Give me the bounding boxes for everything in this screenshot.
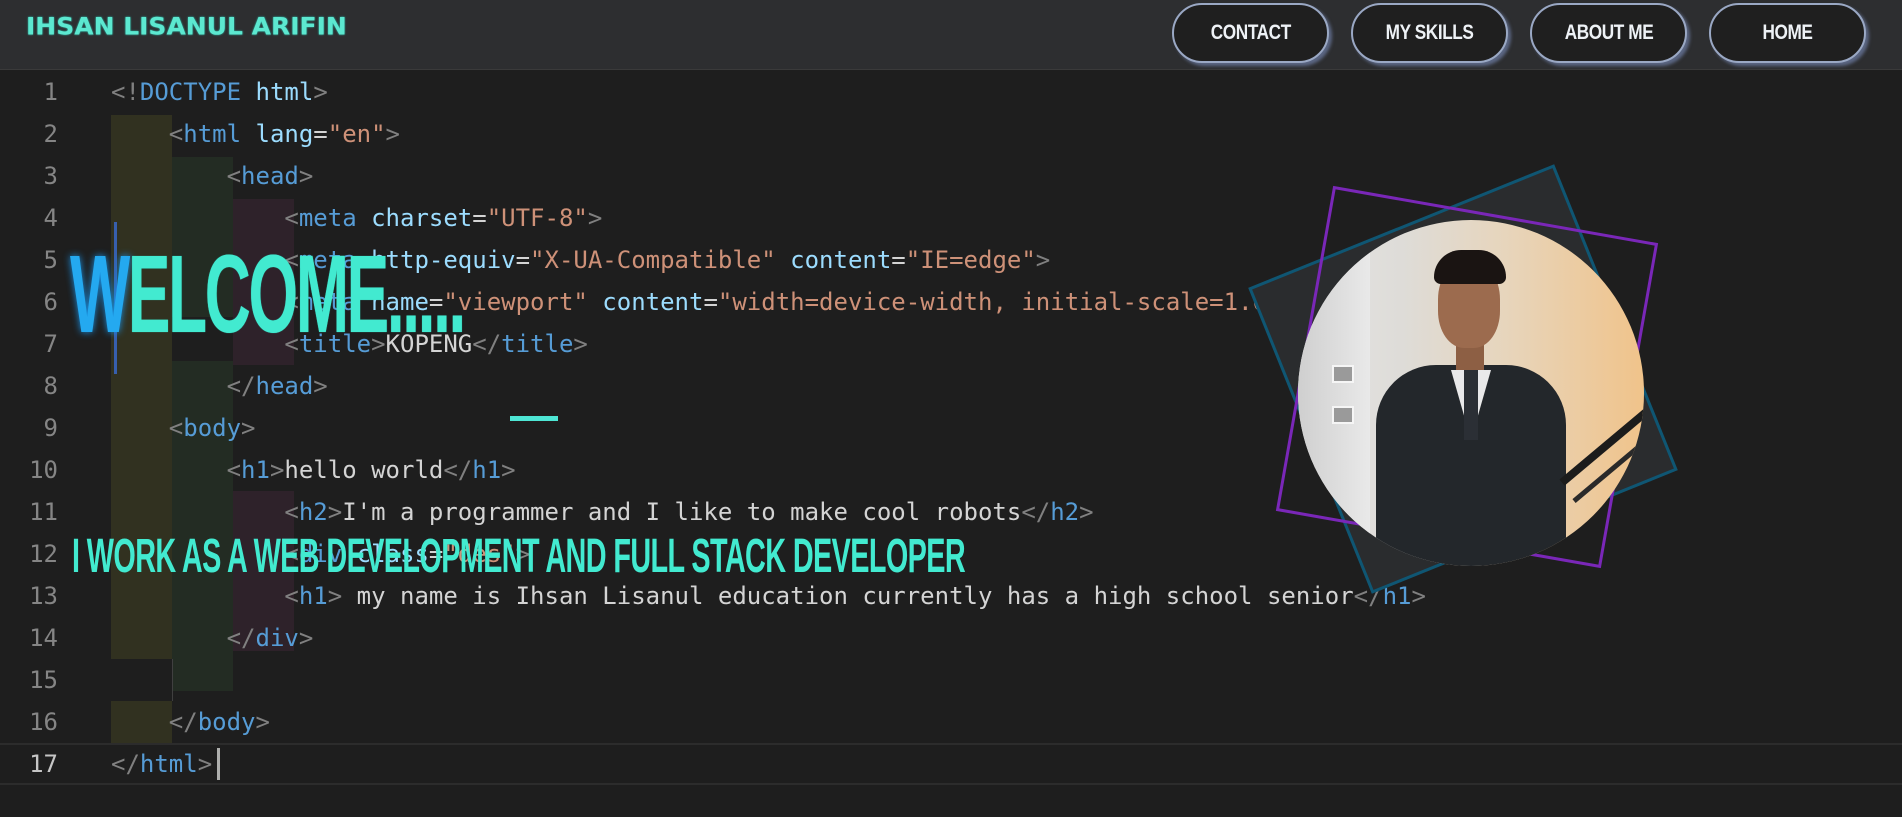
- text-caret: [217, 748, 220, 780]
- code-text: <head>: [226, 162, 314, 190]
- welcome-rest: ELCOME.....: [127, 233, 466, 356]
- code-text: </div>: [226, 624, 314, 652]
- navbar: IHSAN LISANUL ARIFIN HOME ABOUT ME MY SK…: [0, 0, 1902, 70]
- code-text: <!DOCTYPE html>: [111, 78, 328, 106]
- line-number: 7: [43, 330, 58, 358]
- profile-photo-container: [1248, 164, 1678, 594]
- line-number: 4: [43, 204, 58, 232]
- line-number: 9: [43, 414, 58, 442]
- code-text: </head>: [226, 372, 328, 400]
- line-number: 15: [29, 666, 58, 694]
- line-number: 2: [43, 120, 58, 148]
- line-number: 12: [29, 540, 58, 568]
- code-line: 15: [0, 659, 1902, 701]
- photo-wall-frame: [1332, 365, 1354, 383]
- nav-about-button[interactable]: ABOUT ME: [1530, 3, 1687, 63]
- line-number: 17: [29, 750, 58, 778]
- brand-logo[interactable]: IHSAN LISANUL ARIFIN: [26, 13, 347, 41]
- person-hair: [1434, 250, 1506, 284]
- photo-wall-frame: [1332, 406, 1354, 424]
- code-line: 1 <!DOCTYPE html>: [0, 71, 1902, 113]
- nav-home-button[interactable]: HOME: [1709, 3, 1866, 63]
- line-number: 8: [43, 372, 58, 400]
- typing-underscore: [510, 416, 558, 421]
- welcome-heading: WELCOME.....: [70, 240, 466, 350]
- code-text: </html>: [111, 750, 213, 778]
- code-text: <h1>hello world</h1>: [226, 456, 516, 484]
- person-tie: [1464, 370, 1478, 440]
- nav-contact-button[interactable]: CONTACT: [1172, 3, 1329, 63]
- line-number: 6: [43, 288, 58, 316]
- code-line: 16 </body>: [0, 701, 1902, 743]
- welcome-first-letter: W: [70, 233, 130, 356]
- code-text: <html lang="en">: [168, 120, 400, 148]
- line-number: 14: [29, 624, 58, 652]
- code-text: <h2>I'm a programmer and I like to make …: [284, 498, 1094, 526]
- hero-subtitle: I WORK AS A WEB DEVELOPMENT AND FULL STA…: [72, 530, 966, 583]
- profile-photo: [1298, 220, 1644, 566]
- line-number: 3: [43, 162, 58, 190]
- code-text: <body>: [168, 414, 256, 442]
- code-line: 2 <html lang="en">: [0, 113, 1902, 155]
- line-number: 11: [29, 498, 58, 526]
- code-line: 14 </div>: [0, 617, 1902, 659]
- photo-door: [1298, 220, 1370, 566]
- code-text: </body>: [168, 708, 270, 736]
- line-number: 5: [43, 246, 58, 274]
- line-number: 16: [29, 708, 58, 736]
- nav-buttons: HOME ABOUT ME MY SKILLS CONTACT: [1172, 3, 1866, 63]
- line-number: 10: [29, 456, 58, 484]
- nav-skills-button[interactable]: MY SKILLS: [1351, 3, 1508, 63]
- line-number: 13: [29, 582, 58, 610]
- line-number: 1: [43, 78, 58, 106]
- code-line: 17 </html>: [0, 743, 1902, 785]
